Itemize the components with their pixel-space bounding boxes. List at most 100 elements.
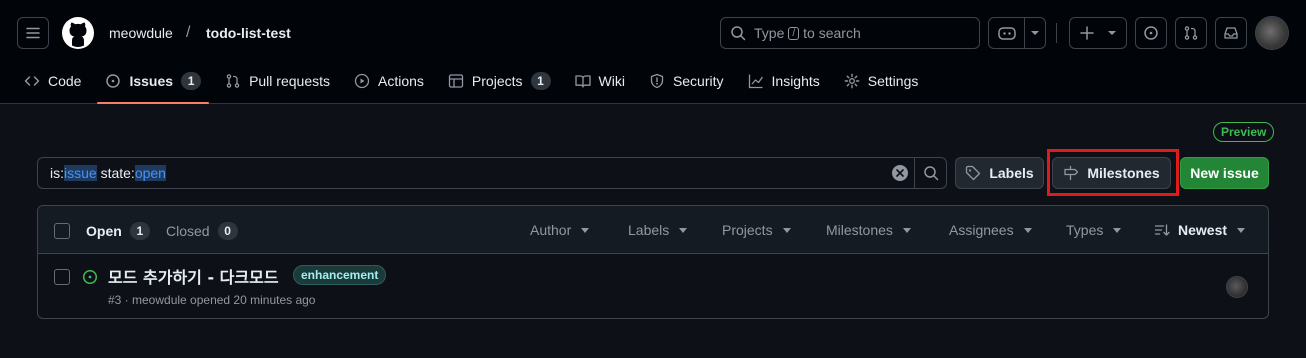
open-tab-label: Open [86,223,122,239]
tab-pull-requests-label: Pull requests [249,73,330,89]
chevron-down-icon [1023,227,1032,233]
types-filter-label: Types [1066,222,1104,238]
query-value-issue: issue [64,165,97,181]
chevron-down-icon [1237,227,1246,233]
labels-button-label: Labels [989,165,1034,181]
new-issue-button-label: New issue [1190,165,1259,181]
inbox-icon [1224,27,1238,39]
author-filter[interactable]: Author [530,222,590,238]
chevron-down-icon [1113,227,1122,233]
milestones-filter[interactable]: Milestones [826,222,911,238]
tab-actions[interactable]: Actions [346,62,432,100]
book-icon [574,73,591,89]
open-issues-tab[interactable]: Open 1 [86,222,150,240]
projects-filter[interactable]: Projects [722,222,791,238]
search-placeholder-pre: Type [754,25,785,41]
copilot-button[interactable] [988,17,1046,49]
labels-filter[interactable]: Labels [628,222,688,238]
tab-issues[interactable]: Issues 1 [97,62,209,104]
tab-projects[interactable]: Projects 1 [440,62,559,100]
issue-title[interactable]: 모드 추가하기 - 다크모드 [108,264,279,288]
issue-label-badge[interactable]: enhancement [293,265,387,285]
copilot-icon [997,25,1017,41]
issue-meta: #3 · meowdule opened 20 minutes ago [108,293,316,307]
types-filter[interactable]: Types [1066,222,1122,238]
breadcrumb-repo[interactable]: todo-list-test [206,24,291,42]
issue-filter-input[interactable]: is:issue state:open [37,157,947,189]
filter-query: is:issue state:open [50,165,166,181]
git-pull-request-icon [1184,26,1198,40]
query-value-open: open [134,165,166,181]
issue-select-checkbox[interactable] [54,269,70,285]
filter-search-button[interactable] [914,157,946,189]
issues-count-badge: 1 [181,72,202,90]
sort-dropdown[interactable]: Newest [1154,222,1246,238]
projects-count-badge: 1 [530,72,551,90]
tab-insights[interactable]: Insights [740,62,828,100]
labels-button[interactable]: Labels [955,157,1044,189]
repo-nav: Code Issues 1 Pull requests Actions Proj… [16,62,934,104]
search-shortcut-key: / [788,26,800,40]
issues-shortcut-button[interactable] [1135,17,1167,49]
tab-wiki-label: Wiki [598,73,625,89]
milestones-highlight-box [1047,149,1179,196]
select-all-checkbox[interactable] [54,223,70,239]
menu-button[interactable] [17,17,49,49]
github-logo-icon[interactable] [62,17,94,49]
closed-issues-tab[interactable]: Closed 0 [166,222,238,240]
tab-code[interactable]: Code [16,62,89,100]
chevron-down-icon [1108,31,1116,35]
author-filter-label: Author [530,222,572,238]
search-placeholder-post: to search [803,25,861,41]
gear-icon [844,73,860,89]
assignees-filter-label: Assignees [949,222,1014,238]
user-avatar[interactable] [1255,16,1289,50]
milestones-filter-label: Milestones [826,222,893,238]
new-issue-button[interactable]: New issue [1180,157,1269,189]
code-icon [24,73,40,89]
hamburger-icon [26,27,40,39]
sort-label: Newest [1178,222,1228,238]
pull-requests-shortcut-button[interactable] [1175,17,1207,49]
tab-security[interactable]: Security [641,62,732,100]
tab-settings[interactable]: Settings [836,62,927,100]
issues-list-header: Open 1 Closed 0 Author Labels Projects M… [38,206,1268,254]
preview-badge[interactable]: Preview [1213,122,1275,142]
labels-filter-label: Labels [628,222,670,238]
clear-filter-icon[interactable] [892,165,908,181]
tab-issues-label: Issues [129,73,174,89]
header-divider [1056,23,1057,43]
chevron-down-icon [902,227,911,233]
tag-icon [965,165,981,181]
tab-wiki[interactable]: Wiki [567,62,633,100]
query-qualifier-state: state: [96,165,135,181]
chevron-down-icon[interactable] [1030,30,1040,36]
tab-pull-requests[interactable]: Pull requests [217,62,338,100]
tab-insights-label: Insights [771,73,820,89]
chevron-down-icon [782,227,791,233]
issue-opened-icon [105,73,121,89]
closed-tab-label: Closed [166,223,210,239]
search-icon [730,25,746,41]
tab-actions-label: Actions [378,73,424,89]
assignees-filter[interactable]: Assignees [949,222,1032,238]
shield-icon [649,73,665,89]
global-search-input[interactable]: Type / to search [720,17,980,49]
chevron-down-icon [581,227,590,233]
create-new-button[interactable] [1069,17,1127,49]
assignee-avatar[interactable] [1226,276,1248,298]
breadcrumb-owner[interactable]: meowdule [109,24,173,42]
issue-row[interactable]: 모드 추가하기 - 다크모드 enhancement #3 · meowdule… [38,254,1268,319]
table-icon [448,73,464,89]
open-count-badge: 1 [129,222,150,240]
issue-open-icon [82,269,98,285]
global-header: meowdule / todo-list-test Type / to sear… [0,0,1306,104]
projects-filter-label: Projects [722,222,773,238]
sort-desc-icon [1154,222,1170,238]
chevron-down-icon [679,227,688,233]
inbox-button[interactable] [1215,17,1247,49]
tab-security-label: Security [672,73,724,89]
breadcrumb-separator: / [186,24,191,41]
plus-icon [1080,26,1094,40]
closed-count-badge: 0 [217,222,238,240]
